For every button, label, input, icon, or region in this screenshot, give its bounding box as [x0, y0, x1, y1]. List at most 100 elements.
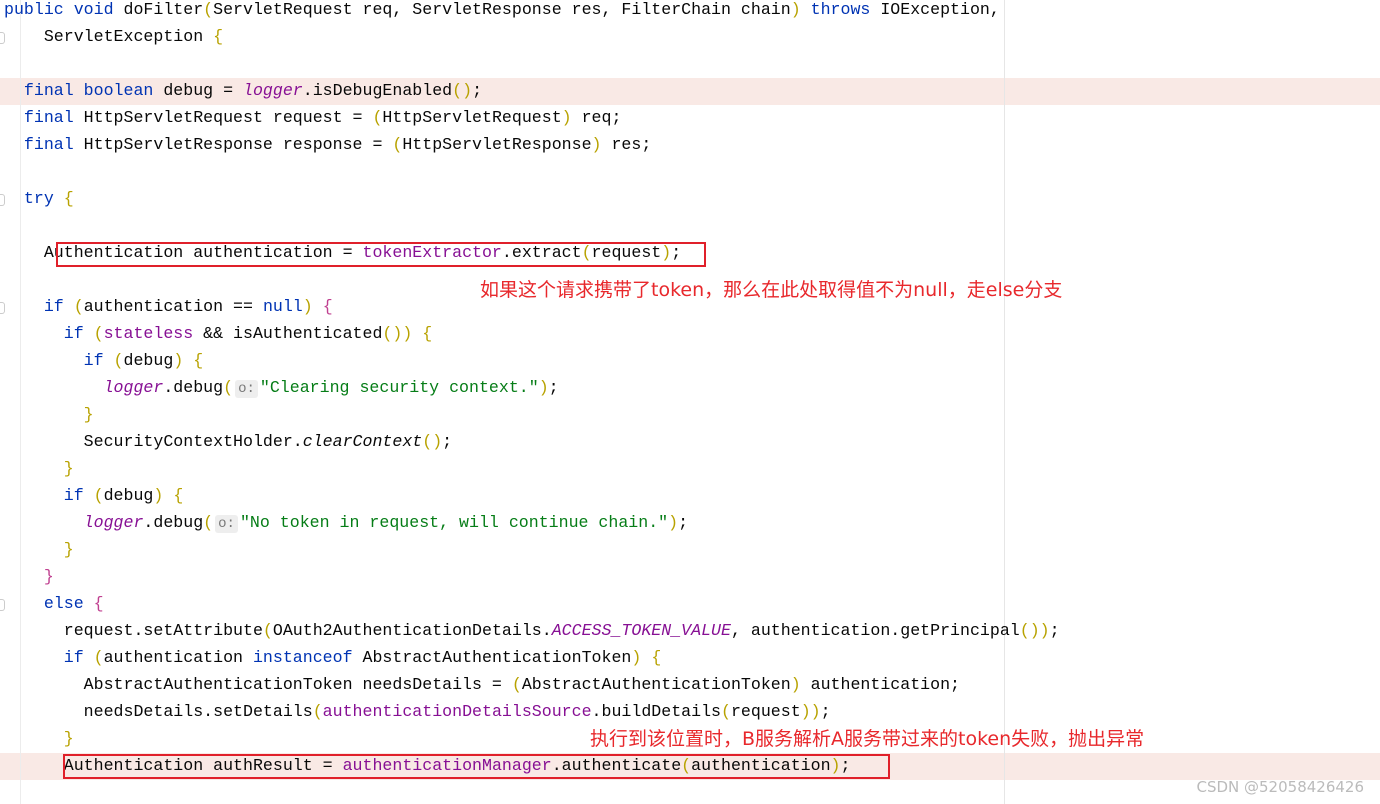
code-line[interactable]: public void doFilter(ServletRequest req,… [4, 0, 1060, 23]
parameter-hint: o: [215, 515, 238, 533]
code-token: .debug [163, 378, 224, 397]
code-token: public void [4, 0, 124, 19]
code-line[interactable]: } [4, 563, 1060, 590]
code-token: () [382, 324, 403, 343]
code-token: needsDetails.setDetails [4, 702, 313, 721]
code-token: ) [561, 108, 572, 127]
code-token: () [422, 432, 443, 451]
code-editor[interactable]: public void doFilter ( ServletRequest req,… [4, 0, 1060, 779]
code-token: throws [800, 0, 881, 19]
code-token: { [173, 486, 184, 505]
code-line[interactable] [4, 158, 1060, 185]
code-line[interactable]: if (authentication instanceof AbstractAu… [4, 644, 1060, 671]
code-token: logger [83, 513, 144, 532]
code-token: if [63, 486, 94, 505]
code-token: ) [173, 351, 194, 370]
code-token: doFilter [123, 0, 204, 19]
code-token: ; [472, 81, 483, 100]
code-line[interactable]: logger.debug(o: "No token in request, wil… [4, 509, 1060, 536]
code-token: { [193, 351, 204, 370]
code-line[interactable]: final HttpServletRequest request = (Http… [4, 104, 1060, 131]
code-token: OAuth2AuthenticationDetails. [272, 621, 552, 640]
code-token: { [213, 27, 224, 46]
code-token: try [23, 189, 64, 208]
code-line[interactable]: AbstractAuthenticationToken needsDetails… [4, 671, 1060, 698]
code-token: ) [631, 648, 652, 667]
code-token: ) [810, 702, 821, 721]
code-token: SecurityContextHolder. [4, 432, 303, 451]
code-token: ( [223, 378, 234, 397]
code-line[interactable]: } [4, 401, 1060, 428]
code-line[interactable] [4, 50, 1060, 77]
code-token: } [63, 459, 74, 478]
code-token: , authentication.getPrincipal [730, 621, 1020, 640]
code-token: ACCESS_TOKEN_VALUE [551, 621, 731, 640]
code-token: } [43, 567, 54, 586]
code-token: ; [548, 378, 559, 397]
code-token: { [422, 324, 433, 343]
code-token: .debug [143, 513, 204, 532]
code-token: .buildDetails [591, 702, 721, 721]
code-line[interactable]: if (debug) { [4, 482, 1060, 509]
code-line[interactable]: } [4, 536, 1060, 563]
code-line[interactable]: final boolean debug = logger.isDebugEnab… [4, 77, 1060, 104]
code-token: final [23, 108, 84, 127]
code-token: ( [93, 648, 104, 667]
code-line[interactable]: needsDetails.setDetails(authenticationDe… [4, 698, 1060, 725]
code-token: ( [392, 135, 403, 154]
code-line[interactable]: SecurityContextHolder.clearContext(); [4, 428, 1060, 455]
code-token: { [63, 189, 74, 208]
code-token: ( [113, 351, 124, 370]
code-token: AbstractAuthenticationToken needsDetails… [4, 675, 512, 694]
code-token: ( [721, 702, 731, 721]
code-line[interactable]: if (stateless && isAuthenticated()) { [4, 320, 1060, 347]
code-token: debug [103, 486, 154, 505]
code-line[interactable]: logger.debug(o: "Clearing security contex… [4, 374, 1060, 401]
code-token: final [23, 135, 84, 154]
code-token: ( [312, 702, 323, 721]
code-token: ) [800, 702, 811, 721]
code-line[interactable] [4, 212, 1060, 239]
code-line[interactable]: final HttpServletResponse response = (Ht… [4, 131, 1060, 158]
code-line[interactable]: } [4, 455, 1060, 482]
code-line[interactable]: request.setAttribute(OAuth2Authenticatio… [4, 617, 1060, 644]
code-line[interactable]: ServletException { [4, 23, 1060, 50]
code-token: authentication [103, 648, 253, 667]
code-line[interactable]: else { [4, 590, 1060, 617]
code-token: IOException, [880, 0, 1000, 19]
code-token: && isAuthenticated [193, 324, 383, 343]
code-token: stateless [103, 324, 194, 343]
code-token: { [322, 297, 333, 316]
code-token: if [83, 351, 114, 370]
code-line[interactable]: try { [4, 185, 1060, 212]
code-token: logger [103, 378, 164, 397]
code-token: ServletException [4, 27, 214, 46]
code-token: if [43, 297, 74, 316]
code-line[interactable]: if (debug) { [4, 347, 1060, 374]
code-token: ) [538, 378, 549, 397]
code-token: ServletRequest req, ServletResponse res,… [213, 0, 791, 19]
code-token: authentication; [800, 675, 960, 694]
code-token: ( [93, 324, 104, 343]
code-token: request.setAttribute [4, 621, 263, 640]
highlight-box-authenticate [63, 754, 890, 779]
code-token: HttpServletResponse response = [83, 135, 393, 154]
code-token: instanceof [252, 648, 363, 667]
code-token: if [63, 324, 94, 343]
code-token: else [43, 594, 94, 613]
watermark: CSDN @52058426426 [1196, 778, 1364, 796]
code-token: } [83, 405, 94, 424]
code-token: ( [203, 513, 214, 532]
code-token: ) [1039, 621, 1050, 640]
code-token: ) [790, 0, 801, 19]
